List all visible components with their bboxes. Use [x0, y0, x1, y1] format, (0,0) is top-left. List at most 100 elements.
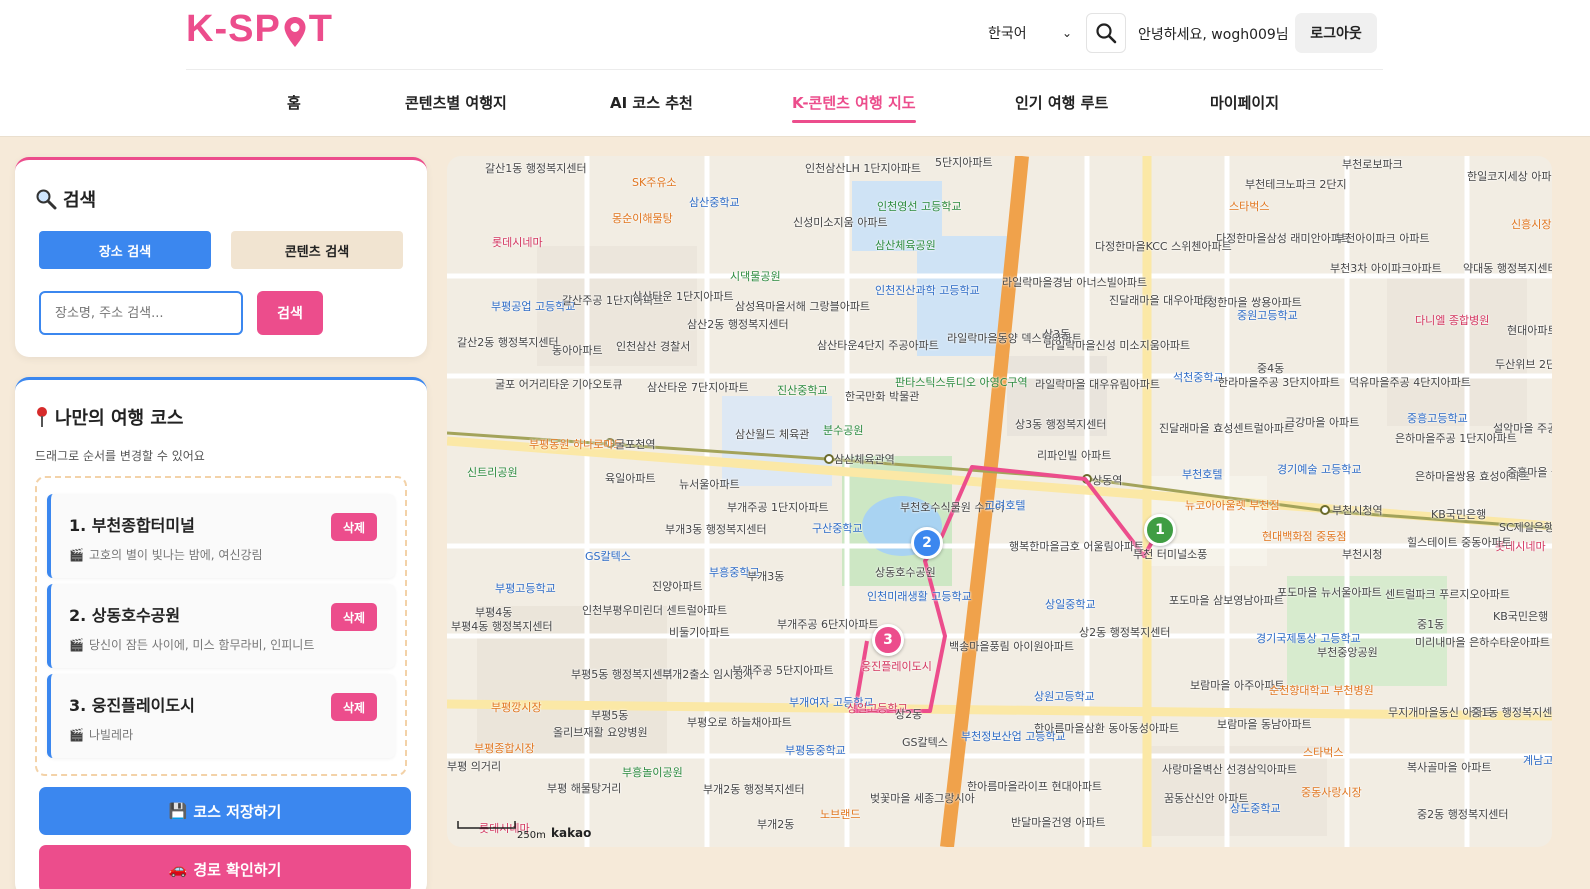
route-marker-2[interactable]: 2 [911, 527, 943, 559]
delete-button[interactable]: 삭제 [331, 603, 377, 631]
map-label: 뉴서울아파트 [679, 478, 740, 491]
course-item-desc-text: 나빌레라 [88, 728, 134, 742]
save-course-button[interactable]: 💾 코스 저장하기 [39, 787, 411, 835]
map-label: 인천삼산 경찰서 [616, 340, 691, 353]
map-label: 진산중학교 [777, 384, 828, 397]
map-view[interactable]: 갈산1동 행정복지센터 SK주유소 인천삼산LH 1단지아파트 5단지아파트 부… [447, 156, 1552, 847]
map-label: 부평동원 하나로마트 [529, 438, 624, 451]
course-item-desc: 🎬 당신이 잠든 사이에, 미스 함무라비, 인피니트 [69, 636, 314, 653]
map-label: 한일코지세상 아파트 [1467, 170, 1552, 183]
map-label: 굴포천역 [615, 438, 656, 451]
map-label: 중흥고등학교 [1407, 412, 1468, 425]
pushpin-icon [37, 407, 47, 427]
map-label: 진양아파트 [652, 580, 703, 593]
route-marker-3[interactable]: 3 [872, 624, 904, 656]
course-title-text: 나만의 여행 코스 [55, 408, 184, 429]
tab-place-search[interactable]: 장소 검색 [39, 231, 211, 269]
header-divider [186, 69, 1383, 70]
map-label: 스타벅스 [1229, 200, 1270, 213]
nav-popular-routes[interactable]: 인기 여행 루트 [1015, 92, 1108, 113]
map-label: 인천부평우미린더 센트럴아파트 [582, 604, 728, 617]
map-label: 굴포 어거리타운 [495, 378, 570, 391]
search-panel-title: 검색 [35, 186, 96, 212]
map-label: 부개주공 6단지아파트 [777, 618, 879, 631]
map-label: 부평4동 행정복지센터 [451, 620, 553, 633]
clapperboard-icon: 🎬 [69, 727, 84, 742]
header-search-button[interactable] [1086, 13, 1126, 53]
route-marker-1[interactable]: 1 [1144, 514, 1176, 546]
map-label: 뉴코아아울렛 부천점 [1185, 499, 1280, 512]
map-label: 부평고등학교 [495, 582, 556, 595]
map-label: 부천시청역 [1332, 504, 1383, 517]
map-label: 상동호수공원 [875, 566, 936, 579]
course-item-name: 2. 상동호수공원 [69, 606, 181, 625]
map-label: 보람마을 동남아파트 [1217, 718, 1312, 731]
logout-button[interactable]: 로그아웃 [1295, 13, 1377, 53]
map-scale-text: 250m [517, 830, 546, 841]
map-label: 부평5동 행정복지센터 [571, 668, 673, 681]
map-label: 부천호텔 [1182, 468, 1223, 481]
map-label: GS칼텍스 [902, 736, 948, 749]
map-label: 상3동 [1043, 328, 1071, 341]
map-label: 상일중학교 [1045, 598, 1096, 611]
map-label: 다정한마을KCC 스위첸아파트 [1095, 240, 1232, 253]
map-label: 부천시청 [1342, 548, 1383, 561]
map-label: 부평 해물탕거리 [547, 782, 622, 795]
delete-button[interactable]: 삭제 [331, 693, 377, 721]
map-label: 사랑마을벽산 선경삼익아파트 [1162, 763, 1298, 776]
course-item[interactable]: 1. 부천종합터미널 🎬 고호의 별이 빛나는 밤에, 여신강림 삭제 [47, 494, 395, 578]
check-route-button[interactable]: 🚗 경로 확인하기 [39, 845, 411, 889]
map-label: 부개2동 [757, 818, 795, 831]
map-label: 리파인빌 아파트 [1037, 449, 1112, 462]
map-label: 분수공원 [823, 424, 864, 437]
map-label: 부천 터미널소풍 [1133, 548, 1208, 561]
language-select[interactable]: 한국어 ⌄ [984, 18, 1076, 48]
nav-content-destinations[interactable]: 콘텐츠별 여행지 [405, 92, 507, 113]
map-label: 중동사랑시장 [1301, 786, 1362, 799]
map-pin-icon [284, 16, 306, 47]
map-label: 석천중학교 [1173, 371, 1224, 384]
map-label: 경기국제통상 고등학교 [1256, 632, 1361, 645]
map-label: 웅진플레이도시 [861, 660, 932, 673]
nav-mypage[interactable]: 마이페이지 [1210, 92, 1279, 113]
search-submit-button[interactable]: 검색 [257, 291, 323, 335]
map-label: 올리브재활 요양병원 [553, 726, 648, 739]
course-item[interactable]: 2. 상동호수공원 🎬 당신이 잠든 사이에, 미스 함무라비, 인피니트 삭제 [47, 584, 395, 668]
map-label: 육일아파트 [605, 472, 656, 485]
main-nav: 홈 콘텐츠별 여행지 AI 코스 추천 K-콘텐츠 여행 지도 인기 여행 루트… [0, 92, 1590, 132]
map-label: 삼산타운 1단지아파트 [632, 290, 734, 303]
map-label: 경기예술 고등학교 [1277, 463, 1362, 476]
map-label: 한아름마을삼환 동아동성아파트 [1034, 722, 1180, 735]
map-label: 비둘기아파트 [669, 626, 730, 639]
check-route-label: 경로 확인하기 [193, 860, 282, 879]
map-label: 약대동 행정복지센터 [1463, 262, 1552, 275]
map-label: 라일락마을 대우유림아파트 [1035, 378, 1160, 391]
course-item-desc: 🎬 나빌레라 [69, 726, 133, 743]
scale-bar-icon [457, 821, 516, 829]
map-label: 금강마을 아파트 [1285, 416, 1360, 429]
course-item[interactable]: 3. 웅진플레이도시 🎬 나빌레라 삭제 [47, 674, 395, 758]
map-label: 덕유마을주공 4단지아파트 [1349, 376, 1471, 389]
map-label: 부평오로 하늘채아파트 [687, 716, 792, 729]
map-label: 갈산1동 행정복지센터 [485, 162, 587, 175]
search-input[interactable] [39, 291, 243, 335]
course-subtitle: 드래그로 순서를 변경할 수 있어요 [35, 449, 205, 463]
nav-kcontent-map[interactable]: K-콘텐츠 여행 지도 [792, 92, 916, 123]
map-label: 백송마을풍림 아이원아파트 [949, 640, 1074, 653]
delete-button[interactable]: 삭제 [331, 513, 377, 541]
map-label: 고려호텔 [985, 499, 1026, 512]
magnifier-icon [36, 189, 57, 210]
map-label: 스타벅스 [1303, 746, 1344, 759]
map-label: 삼산체육관역 [834, 453, 895, 466]
logo[interactable]: K-SP T [186, 8, 333, 51]
header: K-SP T 한국어 ⌄ 안녕하세요, wogh009님 로그아웃 홈 콘텐츠별… [0, 0, 1590, 137]
map-label: 판타스틱스튜디오 아영C구역 [895, 376, 1028, 389]
map-label: 중흥마을 극동두산 [1507, 466, 1552, 479]
nav-home[interactable]: 홈 [287, 92, 301, 113]
map-label: SK주유소 [632, 176, 677, 189]
map-label: 부흥놀이공원 [622, 766, 683, 779]
map-label: 인천진산과학 고등학교 [875, 284, 980, 297]
map-label: 삼산타운4단지 주공아파트 [817, 339, 939, 352]
nav-ai-course[interactable]: AI 코스 추천 [610, 92, 693, 113]
tab-content-search[interactable]: 콘텐츠 검색 [231, 231, 403, 269]
